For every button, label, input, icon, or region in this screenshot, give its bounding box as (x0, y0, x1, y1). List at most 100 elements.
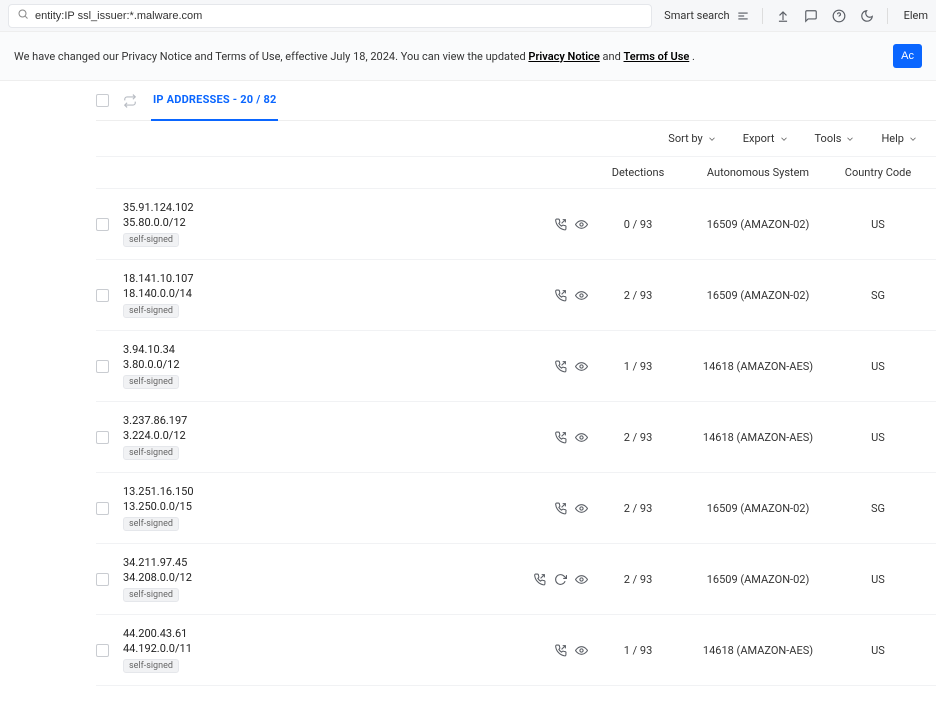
tab-row: IP ADDRESSES - 20 / 82 (96, 81, 936, 121)
tools-dropdown[interactable]: Tools (815, 132, 856, 145)
tab-ip-addresses[interactable]: IP ADDRESSES - 20 / 82 (151, 81, 278, 121)
view-icon[interactable] (575, 502, 588, 515)
row-ip: 3.237.86.197 (123, 414, 508, 427)
row-info: 3.94.10.34 3.80.0.0/12 self-signed (123, 343, 508, 389)
result-row[interactable]: 3.94.10.343.80.0.0/12self-signed1 / 9314… (96, 331, 936, 402)
view-icon[interactable] (575, 644, 588, 657)
select-all-checkbox[interactable] (96, 94, 109, 107)
row-cc: US (838, 360, 918, 373)
row-actions (508, 218, 588, 231)
row-info: 44.200.43.6144.192.0.0/11self-signed (123, 627, 508, 673)
row-cc: US (838, 218, 918, 231)
row-tag: self-signed (123, 588, 179, 602)
phone-icon[interactable] (554, 644, 567, 657)
row-as: 14618 (AMAZON-AES) (678, 644, 838, 657)
row-checkbox[interactable] (96, 218, 109, 231)
row-detections: 0 / 93 (598, 218, 678, 231)
row-cidr: 3.80.0.0/12 (123, 358, 508, 371)
row-detections: 2 / 93 (598, 289, 678, 302)
row-as: 16509 (AMAZON-02) (678, 218, 838, 231)
row-info: 35.91.124.10235.80.0.0/12self-signed (123, 201, 508, 247)
search-input[interactable] (35, 10, 643, 22)
row-actions (508, 502, 588, 515)
row-detections: 2 / 93 (598, 431, 678, 444)
notice-accept-button[interactable]: Ac (893, 44, 922, 68)
toolbar-separator (887, 8, 888, 24)
privacy-link[interactable]: Privacy Notice (528, 50, 599, 63)
col-country-code: Country Code (838, 166, 918, 179)
result-row[interactable]: 44.200.43.6144.192.0.0/11self-signed1 / … (96, 615, 936, 686)
row-info: 3.237.86.197 3.224.0.0/12 self-signed (123, 414, 508, 460)
row-tag: self-signed (123, 375, 179, 389)
phone-icon[interactable] (554, 502, 567, 515)
notice-prefix: We have changed our Privacy Notice and T… (14, 50, 528, 63)
row-cc: SG (838, 289, 918, 302)
help-icon[interactable] (831, 8, 847, 24)
row-checkbox[interactable] (96, 644, 109, 657)
row-ip: 34.211.97.45 (123, 556, 508, 569)
row-checkbox[interactable] (96, 502, 109, 515)
row-tag: self-signed (123, 304, 179, 318)
chevron-down-icon (908, 134, 918, 144)
row-ip: 3.94.10.34 (123, 343, 508, 356)
comment-icon[interactable] (803, 8, 819, 24)
row-as: 14618 (AMAZON-AES) (678, 431, 838, 444)
export-label: Export (743, 132, 775, 145)
row-cidr: 3.224.0.0/12 (123, 429, 508, 442)
smart-search-toggle[interactable]: Smart search (664, 9, 749, 23)
notice-suffix: . (692, 50, 695, 63)
row-as: 16509 (AMAZON-02) (678, 289, 838, 302)
view-icon[interactable] (575, 218, 588, 231)
row-cidr: 18.140.0.0/14 (123, 287, 508, 300)
upload-icon[interactable] (775, 8, 791, 24)
row-actions (508, 289, 588, 302)
terms-link[interactable]: Terms of Use (624, 50, 690, 63)
row-checkbox[interactable] (96, 289, 109, 302)
view-icon[interactable] (575, 360, 588, 373)
search-bar: Smart search Elem (0, 0, 936, 32)
search-field[interactable] (8, 4, 652, 28)
row-checkbox[interactable] (96, 360, 109, 373)
col-detections: Detections (598, 166, 678, 179)
row-tag: self-signed (123, 446, 179, 460)
row-checkbox[interactable] (96, 431, 109, 444)
result-row[interactable]: 18.141.10.107 18.140.0.0/14 self-signed 2 /… (96, 260, 936, 331)
view-icon[interactable] (575, 431, 588, 444)
phone-icon[interactable] (554, 289, 567, 302)
list-toolbar: Sort by Export Tools Help (96, 121, 936, 157)
phone-icon[interactable] (554, 218, 567, 231)
result-row[interactable]: 34.211.97.4534.208.0.0/12self-signed2 / … (96, 544, 936, 615)
results-list: 35.91.124.10235.80.0.0/12self-signed 0 / … (96, 189, 936, 686)
phone-icon[interactable] (554, 431, 567, 444)
chevron-down-icon (845, 134, 855, 144)
elem-label[interactable]: Elem (904, 9, 928, 22)
search-icon (17, 8, 29, 23)
row-ip: 18.141.10.107 (123, 272, 508, 285)
row-ip: 44.200.43.61 (123, 627, 508, 640)
row-ip: 35.91.124.102 (123, 201, 508, 214)
row-tag: self-signed (123, 233, 179, 247)
swap-icon[interactable] (123, 94, 137, 108)
col-autonomous-system: Autonomous System (678, 166, 838, 179)
result-row[interactable]: 35.91.124.10235.80.0.0/12self-signed 0 / … (96, 189, 936, 260)
sort-by-dropdown[interactable]: Sort by (668, 132, 716, 145)
column-headers: Detections Autonomous System Country Cod… (96, 157, 936, 189)
row-actions (508, 360, 588, 373)
content: IP ADDRESSES - 20 / 82 Sort by Export To… (0, 81, 936, 706)
row-tag: self-signed (123, 659, 179, 673)
row-as: 16509 (AMAZON-02) (678, 502, 838, 515)
help-label: Help (881, 132, 904, 145)
result-row[interactable]: 13.251.16.15013.250.0.0/15self-signed2 /… (96, 473, 936, 544)
notice-and: and (603, 50, 624, 63)
result-row[interactable]: 3.237.86.197 3.224.0.0/12 self-signed 2 / 9… (96, 402, 936, 473)
help-dropdown[interactable]: Help (881, 132, 918, 145)
phone-icon[interactable] (554, 360, 567, 373)
view-icon[interactable] (575, 289, 588, 302)
export-dropdown[interactable]: Export (743, 132, 789, 145)
notice-banner: We have changed our Privacy Notice and T… (0, 32, 936, 81)
row-ip: 13.251.16.150 (123, 485, 508, 498)
theme-icon[interactable] (859, 8, 875, 24)
chevron-down-icon (779, 134, 789, 144)
row-actions (508, 431, 588, 444)
row-detections: 2 / 93 (598, 502, 678, 515)
